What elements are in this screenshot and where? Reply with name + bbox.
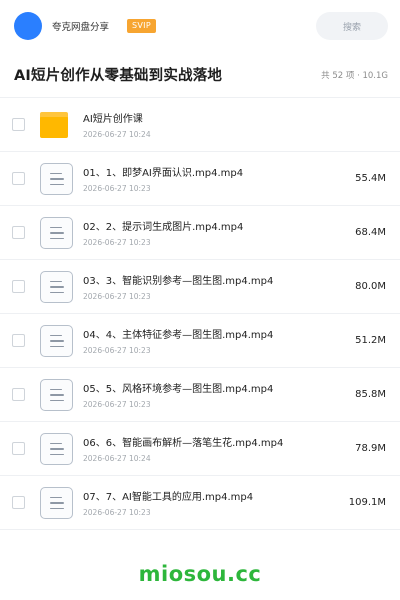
list-item[interactable]: 04、4、主体特征参考—图生图.mp4.mp4 2026-06-27 10:23… [0,314,400,368]
list-item[interactable]: 07、7、AI智能工具的应用.mp4.mp4 2026-06-27 10:23 … [0,476,400,530]
item-name: AI短片创作课 [83,114,143,125]
item-date: 2026-06-27 10:23 [83,400,151,409]
item-size: 55.4M [355,173,386,184]
item-size: 85.8M [355,389,386,400]
document-icon [40,270,74,304]
row-checkbox[interactable] [12,280,25,293]
document-icon [40,162,74,196]
row-checkbox[interactable] [12,172,25,185]
item-size: 80.0M [355,281,386,292]
folder-icon [40,108,74,142]
document-icon [40,324,74,358]
list-item[interactable]: 06、6、智能画布解析—落笔生花.mp4.mp4 2026-06-27 10:2… [0,422,400,476]
item-date: 2026-06-27 10:23 [83,184,151,193]
site-watermark: miosou.cc [138,562,262,586]
file-list: AI短片创作课 2026-06-27 10:24 01、1、即梦AI界面认识.m… [0,98,400,530]
share-title-row: AI短片创作从零基础到实战落地 共 52 项 · 10.1G [0,52,400,98]
item-summary: 共 52 项 · 10.1G [321,70,388,81]
item-size: 51.2M [355,335,386,346]
search-label: 搜索 [342,22,361,33]
row-checkbox[interactable] [12,226,25,239]
item-date: 2026-06-27 10:24 [83,130,151,139]
item-name: 03、3、智能识别参考—图生图.mp4.mp4 [83,276,274,287]
item-date: 2026-06-27 10:23 [83,292,151,301]
search-button[interactable]: 搜索 [316,12,388,40]
item-name: 06、6、智能画布解析—落笔生花.mp4.mp4 [83,438,284,449]
item-name: 07、7、AI智能工具的应用.mp4.mp4 [83,492,254,503]
item-name: 04、4、主体特征参考—图生图.mp4.mp4 [83,330,274,341]
row-checkbox[interactable] [12,118,25,131]
document-icon [40,486,74,520]
top-bar: 夸克网盘分享 SVIP 搜索 [0,0,400,52]
page-title: AI短片创作从零基础到实战落地 [14,68,223,84]
row-checkbox[interactable] [12,442,25,455]
item-size: 109.1M [348,497,386,508]
list-item-folder[interactable]: AI短片创作课 2026-06-27 10:24 [0,98,400,152]
row-checkbox[interactable] [12,496,25,509]
document-icon [40,378,74,412]
document-icon [40,432,74,466]
item-size: 68.4M [355,227,386,238]
item-name: 02、2、提示词生成图片.mp4.mp4 [83,222,244,233]
list-item[interactable]: 05、5、风格环境参考—图生图.mp4.mp4 2026-06-27 10:23… [0,368,400,422]
row-checkbox[interactable] [12,334,25,347]
list-item[interactable]: 02、2、提示词生成图片.mp4.mp4 2026-06-27 10:23 68… [0,206,400,260]
avatar[interactable] [14,12,42,40]
row-checkbox[interactable] [12,388,25,401]
list-item[interactable]: 03、3、智能识别参考—图生图.mp4.mp4 2026-06-27 10:23… [0,260,400,314]
item-date: 2026-06-27 10:23 [83,508,151,517]
item-name: 05、5、风格环境参考—图生图.mp4.mp4 [83,384,274,395]
list-item[interactable]: 01、1、即梦AI界面认识.mp4.mp4 2026-06-27 10:23 5… [0,152,400,206]
document-icon [40,216,74,250]
item-date: 2026-06-27 10:23 [83,238,151,247]
item-date: 2026-06-27 10:23 [83,346,151,355]
sharer-name: 夸克网盘分享 [52,22,110,33]
svip-badge: SVIP [127,19,156,33]
item-name: 01、1、即梦AI界面认识.mp4.mp4 [83,168,244,179]
item-date: 2026-06-27 10:24 [83,454,151,463]
item-size: 78.9M [355,443,386,454]
